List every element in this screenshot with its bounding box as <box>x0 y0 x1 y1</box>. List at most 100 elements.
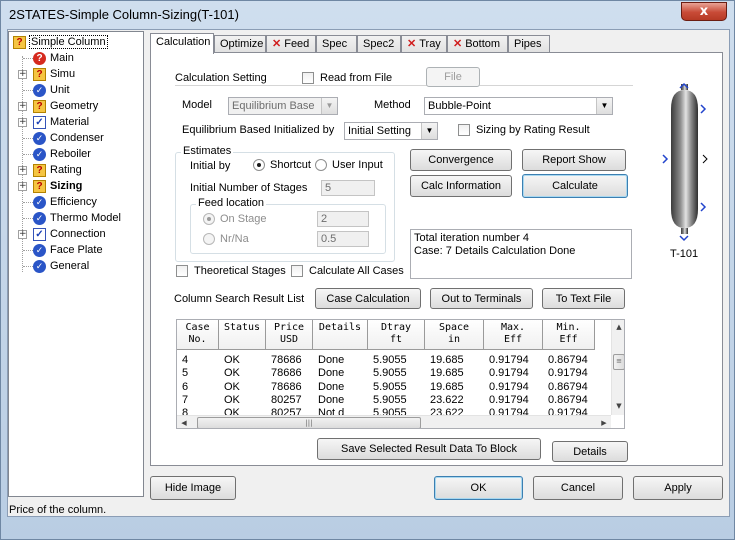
tree-item-simu[interactable]: ? Simu <box>33 66 76 82</box>
scroll-up-icon[interactable]: ▲ <box>612 320 624 334</box>
table-row[interactable]: 7 OK 80257 Done 5.9055 23.622 0.91794 0.86794 <box>177 394 595 407</box>
method-select[interactable]: Bubble-Point ▼ <box>424 97 613 115</box>
calculate-all-cases-label: Calculate All Cases <box>309 265 404 277</box>
shortcut-radio[interactable] <box>253 159 265 171</box>
theoretical-stages-checkbox[interactable] <box>176 265 188 277</box>
expand-icon[interactable]: + <box>18 118 27 127</box>
ok-button[interactable]: OK <box>434 476 523 500</box>
tree-guide-line <box>23 154 33 155</box>
tree-item-label: Rating <box>50 164 82 176</box>
tab-tray[interactable]: ✕ Tray <box>401 35 447 53</box>
tree-item-rating[interactable]: ? Rating <box>33 162 83 178</box>
tab-spec2[interactable]: Spec2 <box>357 35 401 53</box>
calc-information-button[interactable]: Calc Information <box>410 175 512 197</box>
column-header[interactable]: Case No. <box>177 320 219 350</box>
table-cell: 0.91794 <box>489 393 529 406</box>
on-stage-field[interactable]: 2 <box>317 211 369 227</box>
table-cell: 80257 <box>271 393 302 406</box>
scroll-down-icon[interactable]: ▼ <box>612 399 624 413</box>
on-stage-radio[interactable] <box>203 213 215 225</box>
tab-pipes[interactable]: Pipes <box>508 35 550 53</box>
apply-button[interactable]: Apply <box>633 476 723 500</box>
column-header[interactable]: Status <box>219 320 266 350</box>
column-header[interactable]: Max. Eff <box>484 320 543 350</box>
initial-stages-label: Initial Number of Stages <box>190 182 308 194</box>
column-header-line: Max. <box>500 322 526 333</box>
tree-item-unit[interactable]: ✓ Unit <box>33 82 71 98</box>
to-text-file-button[interactable]: To Text File <box>542 288 625 309</box>
report-show-button[interactable]: Report Show <box>522 149 626 171</box>
column-header[interactable]: Details <box>313 320 368 350</box>
case-calculation-button[interactable]: Case Calculation <box>315 288 421 309</box>
tab-optimize[interactable]: Optimize <box>214 35 266 53</box>
table-row[interactable]: 5 OK 78686 Done 5.9055 19.685 0.91794 0.91794 <box>177 367 595 380</box>
tab-spec[interactable]: Spec <box>316 35 357 53</box>
scroll-left-icon[interactable]: ◀ <box>177 416 191 428</box>
details-button[interactable]: Details <box>552 441 628 462</box>
column-header[interactable]: Space in <box>425 320 484 350</box>
tab-calculation[interactable]: Calculation <box>150 33 214 54</box>
column-header-unit: ft <box>389 334 403 345</box>
results-vertical-scrollbar[interactable]: ▲ ≡ ▼ <box>611 320 624 415</box>
close-button[interactable]: x <box>681 2 727 21</box>
expand-icon[interactable]: + <box>18 182 27 191</box>
table-cell: Done <box>318 367 345 380</box>
column-header[interactable]: Dtray ft <box>368 320 425 350</box>
init-select[interactable]: Initial Setting ▼ <box>344 122 438 140</box>
calculate-button[interactable]: Calculate <box>522 174 628 198</box>
table-row[interactable]: 6 OK 78686 Done 5.9055 19.685 0.91794 0.86794 <box>177 381 595 394</box>
nr-na-field[interactable]: 0.5 <box>317 231 369 247</box>
results-grid[interactable]: Case No. Status Price USD Details Dtray ft Space… <box>176 319 625 429</box>
file-button[interactable]: File <box>426 67 480 87</box>
tree-item-connection[interactable]: ✓ Connection <box>33 226 107 242</box>
tree-item-efficiency[interactable]: ✓ Efficiency <box>33 194 98 210</box>
user-input-label: User Input <box>332 159 383 171</box>
save-selected-button[interactable]: Save Selected Result Data To Block <box>317 438 541 460</box>
sizing-by-rating-checkbox[interactable] <box>458 124 470 136</box>
column-header-line: Min. <box>556 322 581 333</box>
table-row[interactable]: 4 OK 78686 Done 5.9055 19.685 0.91794 0.86794 <box>177 354 595 367</box>
tab-feed[interactable]: ✕ Feed <box>266 35 316 53</box>
tree-item-reboiler[interactable]: ✓ Reboiler <box>33 146 92 162</box>
table-cell: 19.685 <box>430 367 464 380</box>
hide-image-button[interactable]: Hide Image <box>150 476 236 500</box>
tree-item-main[interactable]: ? Main <box>33 50 75 66</box>
chevron-down-icon: ▼ <box>321 98 337 114</box>
out-to-terminals-button[interactable]: Out to Terminals <box>430 288 533 309</box>
expand-icon[interactable]: + <box>18 230 27 239</box>
initial-stages-field[interactable]: 5 <box>321 180 375 196</box>
convergence-button[interactable]: Convergence <box>410 149 512 171</box>
tab-bottom[interactable]: ✕ Bottom <box>447 35 508 53</box>
tree-item-general[interactable]: ✓ General <box>33 258 90 274</box>
nr-na-radio[interactable] <box>203 233 215 245</box>
tab-label: Calculation <box>156 36 211 48</box>
results-title: Column Search Result List <box>174 293 305 305</box>
calculate-all-cases-checkbox[interactable] <box>291 265 303 277</box>
results-horizontal-scrollbar[interactable]: ◀ ||| ▶ <box>177 415 611 428</box>
tree-item-thermo-model[interactable]: ✓ Thermo Model <box>33 210 122 226</box>
tree-item-material[interactable]: ✓ Material <box>33 114 90 130</box>
expand-icon[interactable]: + <box>18 166 27 175</box>
column-header[interactable]: Min. Eff <box>543 320 595 350</box>
tree-item-sizing[interactable]: ? Sizing <box>33 178 83 194</box>
expand-icon[interactable]: + <box>18 70 27 79</box>
read-from-file-checkbox[interactable] <box>302 72 314 84</box>
tree-root-simple-column[interactable]: ? Simple Column <box>13 34 108 50</box>
scroll-right-icon[interactable]: ▶ <box>597 416 611 428</box>
ok-icon: ✓ <box>33 83 46 97</box>
tree-item-face-plate[interactable]: ✓ Face Plate <box>33 242 104 258</box>
tree-item-condenser[interactable]: ✓ Condenser <box>33 130 105 146</box>
window-title: 2STATES-Simple Column-Sizing(T-101) <box>9 7 239 22</box>
expand-icon[interactable]: + <box>18 102 27 111</box>
title-bar[interactable]: 2STATES-Simple Column-Sizing(T-101) x <box>1 1 734 29</box>
column-header[interactable]: Price USD <box>266 320 313 350</box>
scroll-thumb-horizontal[interactable]: ||| <box>197 417 421 428</box>
column-header-unit: Eff <box>503 334 523 345</box>
user-input-radio[interactable] <box>315 159 327 171</box>
checked-icon: ✓ <box>33 115 46 129</box>
model-select[interactable]: Equilibrium Base ▼ <box>228 97 338 115</box>
scroll-thumb[interactable]: ≡ <box>613 354 624 370</box>
tree-item-geometry[interactable]: ? Geometry <box>33 98 99 114</box>
cancel-button[interactable]: Cancel <box>533 476 623 500</box>
navigation-tree[interactable]: ? Simple Column ? Main + ? Simu ✓ Unit + ? Geomet… <box>8 31 144 497</box>
